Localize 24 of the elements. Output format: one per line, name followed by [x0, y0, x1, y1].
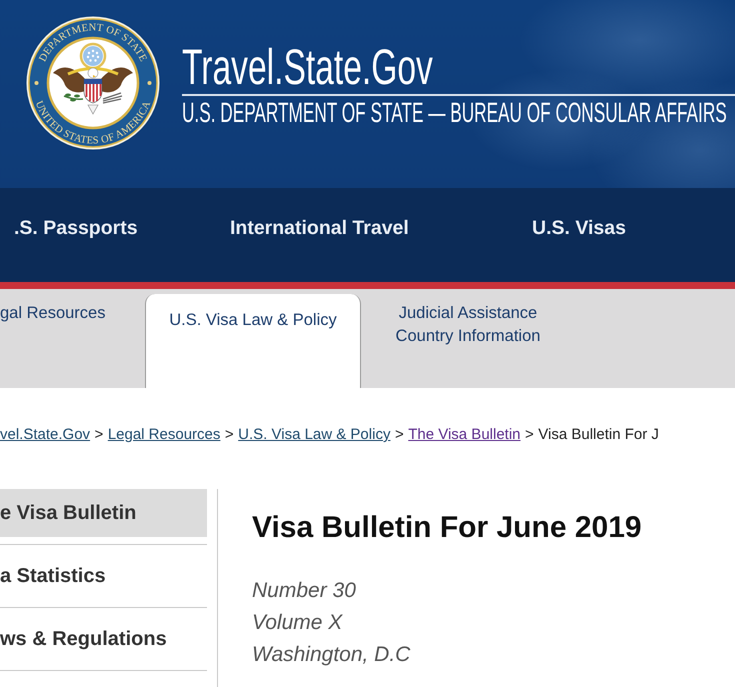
breadcrumb-current: Visa Bulletin For J: [538, 426, 659, 444]
site-title: Travel.State.Gov: [182, 42, 433, 92]
site-subtitle: U.S. DEPARTMENT OF STATE — BUREAU OF CONSULAR AFFAIRS: [182, 99, 727, 127]
breadcrumb-link[interactable]: U.S. Visa Law & Policy: [238, 426, 390, 444]
nav-tab[interactable]: U.S. Visa Law & Policy: [145, 294, 361, 388]
meta-line: Number 30: [252, 578, 357, 604]
meta-line: Washington, D.C: [252, 642, 412, 668]
meta-line: Volume X: [252, 610, 344, 636]
sidebar-link[interactable]: ws & Regulations: [0, 615, 207, 663]
breadcrumb-link[interactable]: Legal Resources: [108, 426, 220, 444]
sidebar-link[interactable]: e Visa Bulletin: [0, 489, 207, 537]
nav-tab[interactable]: Judicial Assistance Country Information: [361, 294, 544, 348]
nav-link[interactable]: U.S. Visas: [532, 217, 626, 239]
breadcrumb-link[interactable]: vel.State.Gov: [0, 426, 90, 444]
breadcrumb-separator: >: [224, 426, 234, 444]
breadcrumb-separator: >: [394, 426, 404, 444]
breadcrumb-separator: >: [525, 426, 534, 444]
nav-link[interactable]: .S. Passports: [14, 217, 138, 239]
breadcrumb-link[interactable]: The Visa Bulletin: [408, 426, 521, 444]
nav-tab[interactable]: gal Resources: [0, 294, 145, 324]
nav-link[interactable]: International Travel: [230, 217, 409, 239]
breadcrumb-separator: >: [94, 426, 104, 444]
sidebar-link[interactable]: a Statistics: [0, 552, 207, 600]
page-title: Visa Bulletin For June 2019: [252, 510, 643, 546]
